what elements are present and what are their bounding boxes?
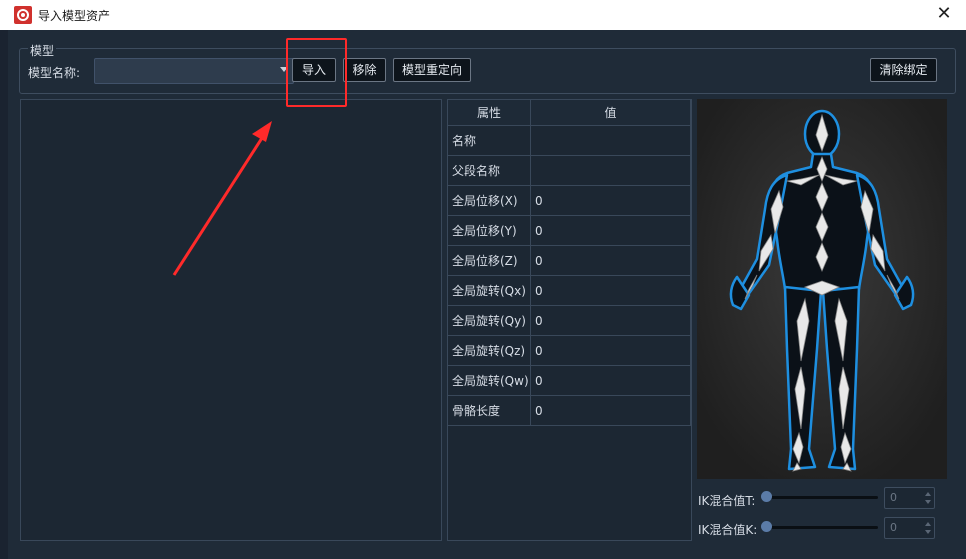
annotation-arrow-icon [172, 121, 272, 276]
